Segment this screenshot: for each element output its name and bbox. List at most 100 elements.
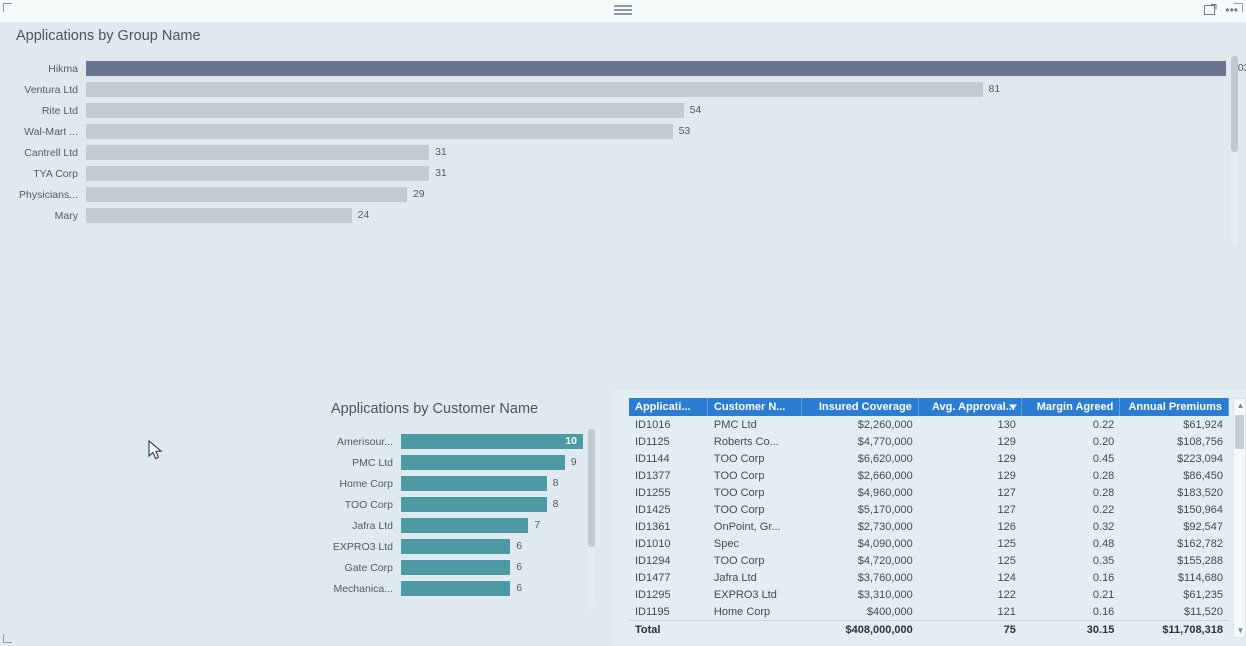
bar-row[interactable]: Wal-Mart ... 53 — [8, 121, 1226, 142]
bar-fill[interactable] — [401, 581, 511, 596]
bar-track[interactable]: 29 — [86, 187, 1226, 202]
bar-track[interactable]: 6 — [401, 539, 583, 554]
table-cell: $3,310,000 — [857, 588, 913, 601]
bar-row[interactable]: Gate Corp 6 — [323, 557, 583, 578]
table-row[interactable]: ID1477 Jafra Ltd $3,760,000 124 0.16 $114,680 — [629, 569, 1229, 586]
bar-fill[interactable] — [401, 560, 511, 575]
bar-row[interactable]: Jafra Ltd 7 — [323, 515, 583, 536]
table-column-header[interactable]: Margin Agreed — [1022, 398, 1121, 416]
table-row[interactable]: ID1361 OnPoint, Gr... $2,730,000 126 0.32 $92… — [629, 518, 1229, 535]
table-column-header[interactable]: Avg. Approval... — [919, 398, 1022, 416]
bar-fill[interactable] — [86, 124, 673, 139]
table-row[interactable]: ID1144 TOO Corp $6,620,000 129 0.45 $223,094 — [629, 450, 1229, 467]
bar-row[interactable]: Cantrell Ltd 31 — [8, 142, 1226, 163]
table-scrollbar-thumb[interactable] — [1235, 415, 1244, 449]
bar-track[interactable]: 24 — [86, 208, 1226, 223]
bar-row[interactable]: Hikma 103 — [8, 58, 1246, 79]
visual-header[interactable]: ••• — [0, 0, 1246, 22]
bar-track[interactable]: 8 — [401, 476, 583, 491]
table-cell: TOO Corp — [713, 452, 765, 465]
bar-track[interactable]: 81 — [86, 82, 1226, 97]
table-cell: $108,756 — [1177, 435, 1223, 448]
scroll-down-icon[interactable]: ▼ — [1234, 626, 1246, 635]
bar-fill[interactable] — [401, 476, 547, 491]
bar-fill[interactable] — [401, 518, 529, 533]
bar-track[interactable]: 31 — [86, 145, 1226, 160]
group-scrollbar[interactable] — [1231, 56, 1238, 246]
bar-fill[interactable] — [401, 497, 547, 512]
bar-track[interactable]: 54 — [86, 103, 1226, 118]
group-bar-list[interactable]: Hikma 103 Ventura Ltd 81 Rite Ltd 54 Wal-Mart … — [8, 58, 1246, 226]
bar-track[interactable]: 103 — [86, 61, 1246, 76]
table-body[interactable]: ID1016 PMC Ltd $2,260,000 130 0.22 $61,924 ID1… — [629, 416, 1229, 638]
bar-track[interactable]: 6 — [401, 581, 583, 596]
applications-table-panel[interactable]: Applicati... Customer N... Insured Coverag… — [612, 390, 1246, 646]
bar-fill[interactable] — [86, 208, 352, 223]
scroll-up-icon[interactable]: ▲ — [1234, 401, 1246, 410]
bar-row[interactable]: Physicians... 29 — [8, 184, 1226, 205]
bar-row[interactable]: Rite Ltd 54 — [8, 100, 1226, 121]
bar-fill[interactable] — [86, 82, 983, 97]
table-row[interactable]: ID1010 Spec $4,090,000 125 0.48 $162,782 — [629, 535, 1229, 552]
table-cell: EXPRO3 Ltd — [713, 588, 777, 601]
bar-track[interactable]: 8 — [401, 497, 583, 512]
focus-mode-icon[interactable] — [1204, 3, 1217, 16]
bar-row[interactable]: PMC Ltd 9 — [323, 452, 583, 473]
bar-row[interactable]: TOO Corp 8 — [323, 494, 583, 515]
table-row[interactable]: ID1195 Home Corp $400,000 121 0.16 $11,520 — [629, 603, 1229, 620]
table-row[interactable]: ID1377 TOO Corp $2,660,000 129 0.28 $86,450 — [629, 467, 1229, 484]
bar-track[interactable]: 10 — [401, 434, 583, 449]
customer-bar-list[interactable]: Amerisour... 10 PMC Ltd 9 Home Corp 8 TOO Corp… — [323, 431, 583, 599]
visual-header-icons[interactable]: ••• — [1204, 3, 1238, 16]
table-cell: PMC Ltd — [713, 418, 757, 431]
bar-fill[interactable] — [86, 103, 684, 118]
drag-handle-icon[interactable] — [614, 5, 632, 15]
bar-fill[interactable] — [86, 166, 430, 181]
bar-row[interactable]: Mary 24 — [8, 205, 1226, 226]
bar-fill[interactable] — [401, 434, 583, 449]
applications-table[interactable]: Applicati... Customer N... Insured Coverag… — [629, 398, 1230, 638]
table-cell: ID1255 — [635, 486, 671, 499]
table-row[interactable]: ID1425 TOO Corp $5,170,000 127 0.22 $150,964 — [629, 501, 1229, 518]
table-column-header[interactable]: Applicati... — [629, 398, 708, 416]
table-column-header[interactable]: Customer N... — [708, 398, 802, 416]
bar-value: 53 — [678, 125, 691, 137]
table-header-row[interactable]: Applicati... Customer N... Insured Coverag… — [629, 398, 1230, 416]
table-column-header[interactable]: Insured Coverage — [802, 398, 919, 416]
bar-fill[interactable] — [401, 539, 511, 554]
bar-fill[interactable] — [86, 61, 1226, 76]
bar-fill[interactable] — [401, 455, 565, 470]
bar-fill[interactable] — [86, 145, 430, 160]
bar-fill[interactable] — [86, 187, 407, 202]
table-scrollbar[interactable]: ▲ ▼ — [1233, 398, 1246, 638]
bar-row[interactable]: Amerisour... 10 — [323, 431, 583, 452]
bar-track[interactable]: 6 — [401, 560, 583, 575]
bar-row[interactable]: Ventura Ltd 81 — [8, 79, 1226, 100]
bar-row[interactable]: EXPRO3 Ltd 6 — [323, 536, 583, 557]
table-cell: ID1010 — [635, 537, 671, 550]
table-cell: $2,260,000 — [857, 418, 913, 431]
bar-row[interactable]: Mechanica... 6 — [323, 578, 583, 599]
bar-track[interactable]: 7 — [401, 518, 583, 533]
customer-scrollbar[interactable] — [588, 429, 595, 609]
bar-track[interactable]: 31 — [86, 166, 1226, 181]
table-cell: $3,760,000 — [857, 571, 913, 584]
bar-track[interactable]: 9 — [401, 455, 583, 470]
applications-by-customer-name-panel[interactable]: Applications by Customer Name Amerisour.… — [315, 385, 605, 646]
bar-label: Hikma — [48, 62, 78, 75]
table-row[interactable]: ID1295 EXPRO3 Ltd $3,310,000 122 0.21 $61,235 — [629, 586, 1229, 603]
bar-track[interactable]: 53 — [86, 124, 1226, 139]
sort-descending-icon[interactable] — [1008, 404, 1017, 410]
table-cell: $155,288 — [1177, 554, 1223, 567]
bar-label: Rite Ltd — [41, 104, 78, 117]
table-row[interactable]: ID1016 PMC Ltd $2,260,000 130 0.22 $61,924 — [629, 416, 1229, 433]
applications-by-group-name-selection-border[interactable]: ••• Applications by Group Name Hikma 103 V… — [0, 0, 1246, 646]
table-row[interactable]: ID1294 TOO Corp $4,720,000 125 0.35 $155,288 — [629, 552, 1229, 569]
bar-row[interactable]: Home Corp 8 — [323, 473, 583, 494]
table-cell: $150,964 — [1177, 503, 1223, 516]
table-row[interactable]: ID1125 Roberts Co... $4,770,000 129 0.20 $108… — [629, 433, 1229, 450]
table-row[interactable]: ID1255 TOO Corp $4,960,000 127 0.28 $183,520 — [629, 484, 1229, 501]
bar-row[interactable]: TYA Corp 31 — [8, 163, 1226, 184]
bar-value: 81 — [988, 83, 1001, 95]
table-column-header[interactable]: Annual Premiums — [1120, 398, 1230, 416]
